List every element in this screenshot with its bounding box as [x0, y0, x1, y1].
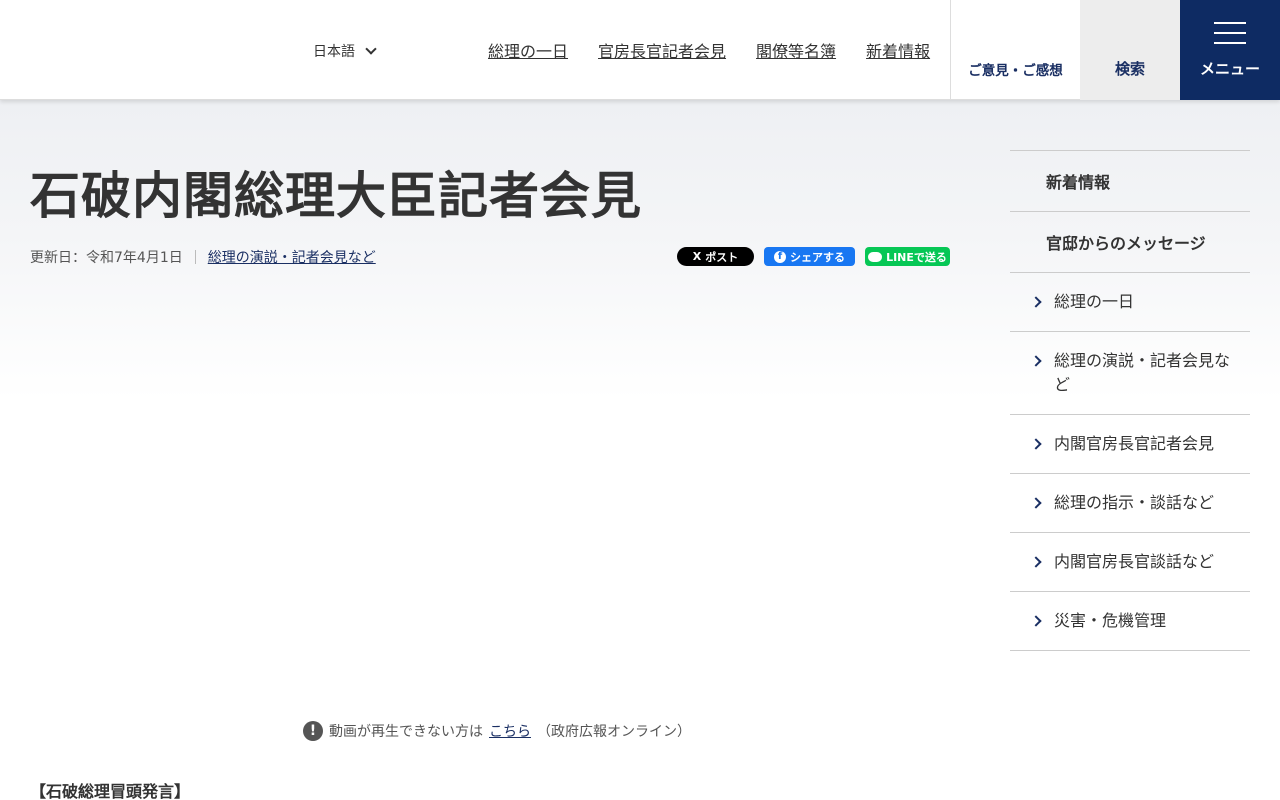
video-notice-link[interactable]: こちら	[489, 721, 531, 741]
share-line-button[interactable]: LINEで送る	[865, 247, 950, 266]
line-logo-icon	[868, 251, 883, 262]
video-notice-suffix: （政府広報オンライン）	[537, 724, 691, 740]
search-label: 検索	[1114, 59, 1145, 78]
sidebar-item-secretary-press[interactable]: 内閣官房長官記者会見	[1010, 415, 1250, 474]
sidebar-item-speeches-press[interactable]: 総理の演説・記者会見など	[1010, 332, 1250, 415]
opinion-label: ご意見・ご感想	[968, 63, 1063, 79]
search-button[interactable]: 検索	[1080, 0, 1180, 100]
chevron-right-icon	[1030, 556, 1042, 568]
facebook-logo-icon: f	[774, 250, 786, 263]
sidebar-item-label: 災害・危機管理	[1054, 611, 1167, 630]
language-label: 日本語	[313, 44, 355, 60]
meta-divider	[194, 250, 196, 264]
chevron-right-icon	[1030, 355, 1042, 367]
sidebar-item-label: 新着情報	[1046, 173, 1111, 192]
x-logo-icon: X	[692, 250, 702, 263]
opinion-button[interactable]: ご意見・ご感想	[950, 0, 1080, 100]
sidebar-item-label: 総理の演説・記者会見など	[1054, 351, 1231, 394]
sidebar-item-pm-instructions[interactable]: 総理の指示・談話など	[1010, 474, 1250, 533]
menu-button[interactable]: メニュー	[1180, 0, 1280, 100]
updated-date: 更新日：令和7年4月1日	[30, 250, 183, 266]
share-facebook-button[interactable]: f シェアする	[764, 247, 855, 266]
chevron-down-icon	[365, 42, 377, 55]
chevron-right-icon	[1030, 497, 1042, 509]
chevron-right-icon	[1030, 296, 1042, 308]
sidebar-item-label: 総理の指示・談話など	[1054, 493, 1215, 512]
menu-label: メニュー	[1199, 59, 1260, 78]
sidebar-item-secretary-statements[interactable]: 内閣官房長官談話など	[1010, 533, 1250, 592]
page-title: 石破内閣総理大臣記者会見	[30, 167, 642, 225]
share-facebook-label: シェアする	[790, 250, 845, 264]
share-x-button[interactable]: X ポスト	[677, 247, 754, 266]
sidebar-item-label: 内閣官房長官談話など	[1054, 552, 1215, 571]
video-notice-prefix: 動画が再生できない方は	[329, 724, 483, 740]
top-navigation: 総理の一日 官房長官記者会見 閣僚等名簿 新着情報	[488, 38, 930, 62]
exclamation-icon: !	[303, 721, 323, 741]
chevron-right-icon	[1030, 438, 1042, 450]
language-selector[interactable]: 日本語	[313, 40, 377, 62]
chevron-right-icon	[1030, 615, 1042, 627]
sidebar-nav: 新着情報 官邸からのメッセージ 総理の一日 総理の演説・記者会見など 内閣官房長…	[1010, 150, 1250, 651]
page-meta: 更新日：令和7年4月1日 総理の演説・記者会見など	[30, 247, 376, 267]
sidebar-item-whats-new[interactable]: 新着情報	[1010, 151, 1250, 212]
sidebar-item-messages[interactable]: 官邸からのメッセージ	[1010, 212, 1250, 273]
sidebar-item-label: 総理の一日	[1054, 292, 1135, 311]
sidebar-item-label: 官邸からのメッセージ	[1046, 234, 1206, 253]
share-line-label: LINEで送る	[886, 250, 947, 264]
sidebar-item-prime-minister-daily[interactable]: 総理の一日	[1010, 273, 1250, 332]
nav-link-prime-minister-daily[interactable]: 総理の一日	[488, 38, 568, 62]
share-x-label: ポスト	[705, 250, 739, 264]
site-header: 日本語 総理の一日 官房長官記者会見 閣僚等名簿 新着情報 ご意見・ご感想 検索…	[0, 0, 1280, 100]
section-heading: 【石破総理冒頭発言】	[30, 782, 191, 800]
nav-link-cabinet-list[interactable]: 閣僚等名簿	[756, 38, 836, 62]
nav-link-whats-new[interactable]: 新着情報	[866, 38, 930, 62]
video-notice: ! 動画が再生できない方は こちら （政府広報オンライン）	[303, 721, 691, 741]
category-link[interactable]: 総理の演説・記者会見など	[208, 247, 376, 267]
sidebar-item-disaster-crisis[interactable]: 災害・危機管理	[1010, 592, 1250, 651]
hamburger-icon	[1214, 21, 1246, 44]
nav-link-chief-cabinet-secretary-press[interactable]: 官房長官記者会見	[598, 38, 726, 62]
sidebar-item-label: 内閣官房長官記者会見	[1054, 434, 1215, 453]
